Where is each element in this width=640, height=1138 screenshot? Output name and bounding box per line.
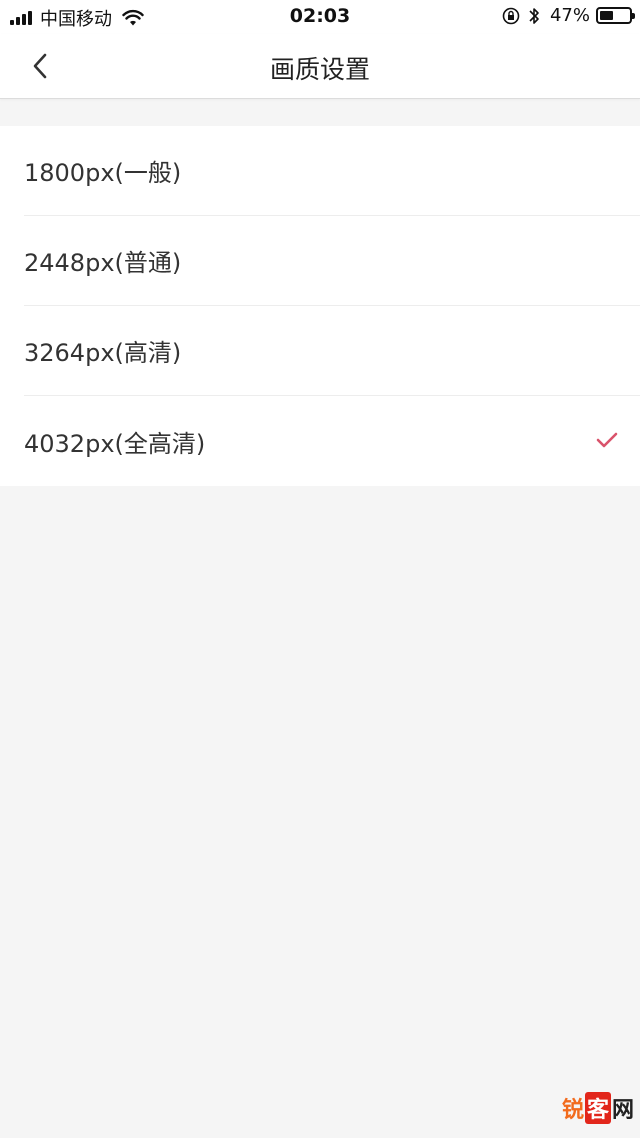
screen: 中国移动 02:03 47% 画质设置 1800px(一般) 2448px(普通…	[0, 0, 640, 1138]
option-row-1800[interactable]: 1800px(一般)	[24, 126, 640, 216]
status-bar: 中国移动 02:03 47%	[0, 0, 640, 34]
watermark-part: 网	[611, 1098, 634, 1123]
option-row-2448[interactable]: 2448px(普通)	[24, 216, 640, 306]
page-title: 画质设置	[269, 55, 370, 84]
status-right: 47%	[502, 5, 635, 26]
bluetooth-icon	[529, 7, 539, 24]
option-label: 3264px(高清)	[24, 339, 182, 367]
option-label: 2448px(普通)	[24, 249, 182, 277]
battery-icon	[596, 7, 635, 24]
orientation-lock-icon	[502, 7, 520, 24]
option-row-3264[interactable]: 3264px(高清)	[24, 306, 640, 396]
option-label: 1800px(一般)	[24, 159, 182, 187]
watermark-part: 锐	[561, 1098, 584, 1123]
watermark-logo: 锐 客 网	[562, 1092, 634, 1124]
nav-bar: 画质设置	[0, 34, 640, 99]
option-row-4032[interactable]: 4032px(全高清)	[24, 396, 640, 486]
battery-fill	[600, 11, 614, 20]
battery-percent: 47%	[549, 5, 590, 26]
checkmark-icon	[596, 432, 618, 448]
option-label: 4032px(全高清)	[24, 429, 206, 458]
quality-options-list: 1800px(一般) 2448px(普通) 3264px(高清) 4032px(…	[0, 126, 640, 486]
watermark-part: 客	[584, 1092, 611, 1124]
